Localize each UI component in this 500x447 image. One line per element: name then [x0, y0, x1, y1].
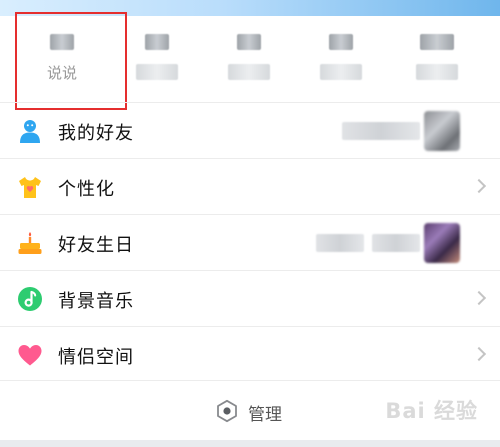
- blurred-label: [320, 64, 362, 80]
- menu-item-label: 背景音乐: [58, 291, 134, 312]
- blurred-preview-text: [372, 234, 420, 252]
- menu-item-label: 我的好友: [58, 123, 134, 144]
- menu-list: 我的好友 个性化 好友生日 背景音乐 情侣空间: [0, 102, 500, 382]
- red-highlight-box: [15, 12, 127, 110]
- menu-item-couple-space[interactable]: 情侣空间: [0, 326, 500, 382]
- birthday-cake-icon: [18, 232, 42, 254]
- menu-item-friend-birthdays[interactable]: 好友生日: [0, 214, 500, 270]
- manage-label: 管理: [248, 405, 282, 425]
- blurred-preview-text: [342, 122, 420, 140]
- blurred-avatar: [424, 111, 460, 151]
- chevron-right-icon: [471, 346, 487, 362]
- friends-person-icon: [20, 120, 40, 143]
- tshirt-icon: [19, 177, 41, 198]
- menu-item-background-music[interactable]: 背景音乐: [0, 270, 500, 326]
- menu-item-label: 个性化: [58, 179, 115, 200]
- blurred-label: [136, 64, 178, 80]
- stat-item[interactable]: [392, 10, 486, 105]
- hexagon-settings-icon: [217, 399, 237, 423]
- heart-icon: [18, 345, 42, 366]
- blurred-count: [237, 34, 261, 50]
- music-note-icon: [18, 287, 42, 311]
- bottom-strip: [0, 440, 500, 447]
- stat-item[interactable]: [296, 10, 390, 105]
- menu-item-my-friends[interactable]: 我的好友: [0, 102, 500, 158]
- blurred-label: [416, 64, 458, 80]
- profile-panel: 说说 我的好友 个性化 好友生日 背景音乐 情侣空间 管理 Bai 经验: [0, 0, 500, 447]
- blurred-avatar: [424, 223, 460, 263]
- menu-item-personalization[interactable]: 个性化: [0, 158, 500, 214]
- stat-item[interactable]: [204, 10, 298, 105]
- blurred-label: [228, 64, 270, 80]
- chevron-right-icon: [471, 290, 487, 306]
- menu-item-label: 情侣空间: [58, 347, 134, 368]
- blurred-count: [145, 34, 169, 50]
- chevron-right-icon: [471, 178, 487, 194]
- baidu-jingyan-watermark: Bai 经验: [385, 399, 478, 423]
- blurred-preview-text: [316, 234, 364, 252]
- menu-item-label: 好友生日: [58, 235, 134, 256]
- blurred-count: [329, 34, 353, 50]
- blurred-count: [420, 34, 454, 50]
